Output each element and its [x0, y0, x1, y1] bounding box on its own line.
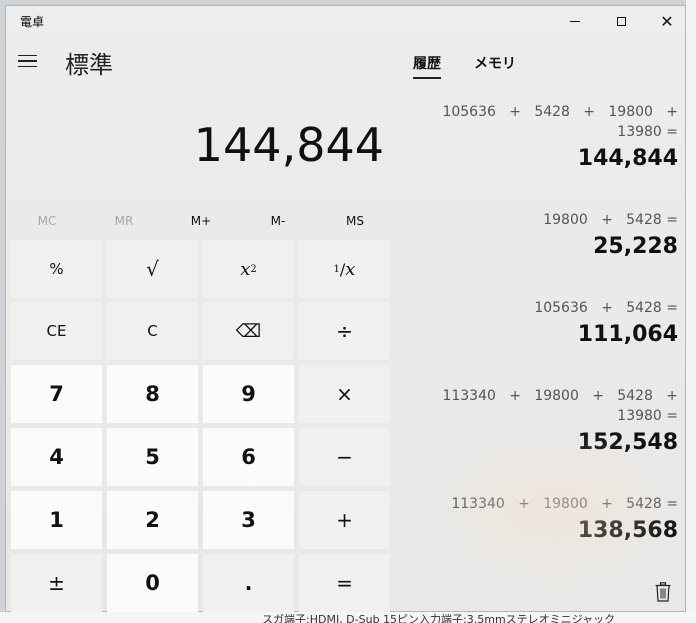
square-button[interactable]: x2	[203, 240, 294, 298]
clear-history-button[interactable]	[655, 582, 671, 602]
mode-title: 標準	[65, 51, 113, 79]
reciprocal-button[interactable]: 1/x	[299, 240, 390, 298]
history-result: 144,844	[577, 146, 678, 171]
equals-button[interactable]: =	[299, 554, 390, 612]
hamburger-icon	[18, 54, 37, 57]
result-display: 144,844	[193, 118, 384, 172]
minimize-icon	[570, 20, 580, 22]
divide-button[interactable]: ÷	[299, 302, 390, 360]
tab-history[interactable]: 履歴	[413, 53, 441, 79]
calculator-window: 電卓 ✕ 標準 履歴 メモリ 144,844 MC MR M+ M- MS % …	[5, 5, 686, 612]
history-expression: 19800 + 5428 =	[543, 212, 678, 228]
trash-icon	[655, 582, 671, 602]
history-expression: 113340 + 19800 + 5428 +	[442, 388, 678, 404]
memory-clear-button[interactable]: MC	[17, 214, 77, 228]
digit-8-button[interactable]: 8	[107, 365, 198, 423]
digit-1-button[interactable]: 1	[11, 491, 102, 549]
digit-4-button[interactable]: 4	[11, 428, 102, 486]
history-item[interactable]: 19800 + 5428 = 25,228	[396, 210, 678, 259]
tab-memory[interactable]: メモリ	[474, 53, 516, 73]
minimize-button[interactable]	[552, 6, 598, 36]
memory-store-button[interactable]: MS	[325, 214, 385, 228]
memory-recall-button[interactable]: MR	[94, 214, 154, 228]
negate-button[interactable]: ±	[11, 554, 102, 612]
digit-2-button[interactable]: 2	[107, 491, 198, 549]
digit-5-button[interactable]: 5	[107, 428, 198, 486]
background-window-edge	[686, 0, 696, 623]
clear-entry-button[interactable]: CE	[11, 302, 102, 360]
maximize-button[interactable]	[598, 6, 644, 36]
subtract-button[interactable]: −	[299, 428, 390, 486]
background-window-text: スガ端子:HDMI, D-Sub 15ピン入力端子:3.5mmステレオミニジャッ…	[0, 612, 696, 623]
memory-add-button[interactable]: M+	[171, 214, 231, 228]
percent-button[interactable]: %	[11, 240, 102, 298]
digit-9-button[interactable]: 9	[203, 365, 294, 423]
history-expression: 105636 + 5428 =	[534, 300, 678, 316]
history-expression-cont: 13980 =	[617, 124, 678, 140]
history-item[interactable]: 105636 + 5428 + 19800 + 13980 = 144,844	[396, 102, 678, 171]
history-item[interactable]: 113340 + 19800 + 5428 = 138,568	[396, 494, 678, 543]
digit-3-button[interactable]: 3	[203, 491, 294, 549]
app-title: 電卓	[20, 15, 45, 29]
close-icon: ✕	[660, 11, 674, 31]
history-expression: 113340 + 19800 + 5428 =	[451, 496, 678, 512]
backspace-icon: ⌫	[235, 320, 262, 342]
digit-7-button[interactable]: 7	[11, 365, 102, 423]
decimal-button[interactable]: .	[203, 554, 294, 612]
history-result: 25,228	[593, 234, 678, 259]
digit-6-button[interactable]: 6	[203, 428, 294, 486]
square-root-button[interactable]: √	[107, 240, 198, 298]
multiply-button[interactable]: ×	[299, 365, 390, 423]
clear-button[interactable]: C	[107, 302, 198, 360]
history-item[interactable]: 113340 + 19800 + 5428 + 13980 = 152,548	[396, 386, 678, 455]
maximize-icon	[616, 16, 626, 26]
close-button[interactable]: ✕	[644, 6, 690, 36]
digit-0-button[interactable]: 0	[107, 554, 198, 612]
history-expression-cont: 13980 =	[617, 408, 678, 424]
menu-button[interactable]	[18, 49, 42, 73]
history-result: 152,548	[577, 430, 678, 455]
add-button[interactable]: +	[299, 491, 390, 549]
memory-subtract-button[interactable]: M-	[248, 214, 308, 228]
backspace-button[interactable]: ⌫	[203, 302, 294, 360]
history-expression: 105636 + 5428 + 19800 +	[442, 104, 678, 120]
history-result: 138,568	[577, 518, 678, 543]
history-result: 111,064	[577, 322, 678, 347]
title-bar[interactable]: 電卓 ✕	[6, 6, 685, 36]
history-item[interactable]: 105636 + 5428 = 111,064	[396, 298, 678, 347]
